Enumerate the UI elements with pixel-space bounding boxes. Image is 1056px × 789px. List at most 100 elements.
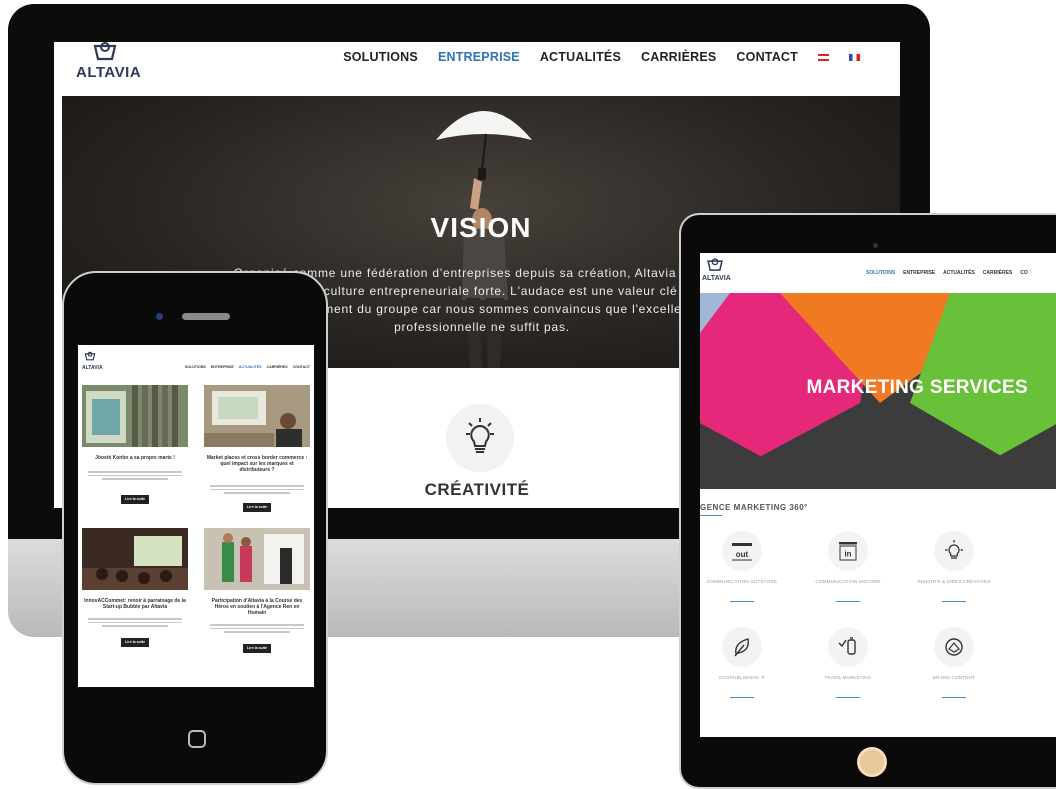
phone-header: ALTAVIA SOLUTIONS ENTREPRISE ACTUALITÉS …: [78, 345, 314, 379]
lightbulb-icon: [466, 418, 494, 453]
nav-entreprise[interactable]: ENTREPRISE: [211, 365, 234, 369]
marketing-services-hero: MARKETING SERVICES: [700, 293, 1056, 489]
phone-nav: SOLUTIONS ENTREPRISE ACTUALITÉS CARRIÈRE…: [185, 365, 310, 369]
section-subtitle: GENCE MARKETING 360°: [700, 503, 808, 512]
service-badge: out: [722, 531, 762, 571]
brand-icon: [945, 638, 963, 656]
news-card[interactable]: Participation d'Altavia à la Course des …: [204, 528, 310, 660]
tablet-camera-icon: [873, 243, 878, 248]
service-label: ECOPUBLISHING ®: [719, 675, 765, 680]
tablet-home-button[interactable]: [857, 747, 887, 777]
nav-actualites[interactable]: ACTUALITÉS: [943, 270, 975, 276]
phone-speaker-icon: [182, 313, 230, 320]
tablet-nav: SOLUTIONS ENTREPRISE ACTUALITÉS CARRIÈRE…: [866, 270, 1028, 276]
service-label: TRADE MARKETING: [824, 675, 872, 680]
in-icon: in: [839, 542, 857, 561]
news-card-image: [82, 385, 188, 447]
desktop-header: ALTAVIA SOLUTIONS ENTREPRISE ACTUALITÉS …: [54, 42, 900, 96]
news-card[interactable]: Market places et cross border commerce :…: [204, 385, 310, 517]
news-card[interactable]: InnovACCommet: renoir à parrainage de la…: [82, 528, 188, 660]
nav-carrieres[interactable]: CARRIÈRES: [267, 365, 288, 369]
tablet-header: ALTAVIA SOLUTIONS ENTREPRISE ACTUALITÉS …: [700, 253, 1056, 293]
service-label: COMMUNICATION INSTORE: [815, 579, 881, 584]
read-more-button[interactable]: Lire la suite: [121, 495, 149, 504]
nav-carrieres[interactable]: CARRIÈRES: [983, 270, 1012, 276]
nav-contact[interactable]: CO: [1020, 270, 1028, 276]
service-underline: [730, 601, 754, 602]
flag-fr-icon[interactable]: [849, 53, 860, 61]
lightbulb-icon: [945, 540, 963, 559]
service-outstore[interactable]: out COMMUNICATION OUTSTORE: [704, 531, 780, 611]
read-more-button[interactable]: Lire la suite: [243, 644, 271, 653]
news-card-title: InnovACCommet: renoir à parrainage de la…: [84, 598, 186, 610]
news-card-title: Jöosté Konbo a sa propre marte !: [95, 455, 175, 461]
news-card-excerpt: [88, 618, 182, 627]
service-label: BRAND CONTENT: [932, 675, 976, 680]
service-insights[interactable]: INSIGHTS & IDÉES CRÉATIVES: [916, 531, 992, 611]
service-badge: [828, 627, 868, 667]
service-label: COMMUNICATION OUTSTORE: [706, 579, 778, 584]
service-badge: [934, 531, 974, 571]
logo-text: ALTAVIA: [76, 64, 142, 81]
nav-actualites[interactable]: ACTUALITÉS: [540, 50, 621, 64]
nav-actualites[interactable]: ACTUALITÉS: [239, 365, 262, 369]
logo-text: ALTAVIA: [702, 275, 731, 282]
nav-solutions[interactable]: SOLUTIONS: [866, 270, 895, 276]
service-badge: [934, 627, 974, 667]
hero-title: MARKETING SERVICES: [806, 377, 1028, 398]
service-label-partial: C: [1022, 579, 1056, 585]
phone-device: ALTAVIA SOLUTIONS ENTREPRISE ACTUALITÉS …: [62, 271, 328, 785]
nav-entreprise[interactable]: ENTREPRISE: [903, 270, 935, 276]
altavia-logo-icon[interactable]: [706, 257, 724, 275]
news-card[interactable]: Jöosté Konbo a sa propre marte ! Lire la…: [82, 385, 188, 517]
read-more-button[interactable]: Lire la suite: [121, 638, 149, 647]
tablet-screen: ALTAVIA SOLUTIONS ENTREPRISE ACTUALITÉS …: [700, 253, 1056, 737]
out-badge-text: out: [736, 550, 749, 559]
service-instore[interactable]: in COMMUNICATION INSTORE: [810, 531, 886, 611]
desktop-nav: SOLUTIONS ENTREPRISE ACTUALITÉS CARRIÈRE…: [343, 50, 860, 64]
service-underline: [836, 601, 860, 602]
service-trade-marketing[interactable]: TRADE MARKETING: [810, 627, 886, 707]
service-partial[interactable]: CF: [1022, 627, 1056, 707]
service-underline: [730, 697, 754, 698]
leaf-icon: [734, 638, 749, 657]
product-icon: [838, 637, 856, 655]
service-underline: [836, 697, 860, 698]
news-card-image: [82, 528, 188, 590]
phone-home-button[interactable]: [188, 730, 206, 748]
phone-screen: ALTAVIA SOLUTIONS ENTREPRISE ACTUALITÉS …: [78, 345, 314, 687]
service-underline: [942, 601, 966, 602]
service-badge: [722, 627, 762, 667]
service-partial[interactable]: C: [1022, 531, 1056, 611]
nav-contact[interactable]: CONTACT: [736, 50, 798, 64]
in-badge-text: in: [844, 550, 851, 559]
news-card-title: Participation d'Altavia à la Course des …: [211, 598, 303, 616]
news-card-title: Market places et cross border commerce :…: [206, 455, 308, 473]
service-brand-content[interactable]: BRAND CONTENT: [916, 627, 992, 707]
altavia-logo[interactable]: ALTAVIA: [74, 42, 144, 92]
phone-camera-icon: [156, 313, 163, 320]
nav-solutions[interactable]: SOLUTIONS: [343, 50, 418, 64]
nav-entreprise[interactable]: ENTREPRISE: [438, 50, 520, 64]
news-card-image: [204, 528, 310, 590]
service-underline: [942, 697, 966, 698]
out-icon: out: [732, 543, 752, 561]
nav-contact[interactable]: CONTACT: [293, 365, 310, 369]
read-more-button[interactable]: Lire la suite: [243, 503, 271, 512]
nav-solutions[interactable]: SOLUTIONS: [185, 365, 206, 369]
service-label: INSIGHTS & IDÉES CRÉATIVES: [917, 579, 991, 584]
news-card-excerpt: [210, 624, 304, 633]
creativity-badge: [446, 404, 514, 472]
logo-text: ALTAVIA: [82, 365, 103, 371]
tablet-device: ALTAVIA SOLUTIONS ENTREPRISE ACTUALITÉS …: [679, 213, 1056, 789]
flag-uk-icon[interactable]: [818, 53, 829, 61]
altavia-logo-icon: [93, 42, 117, 61]
service-label-partial: CF: [1022, 675, 1056, 687]
altavia-logo-icon[interactable]: [84, 351, 96, 363]
news-card-excerpt: [210, 485, 304, 494]
news-card-excerpt: [88, 471, 182, 480]
service-badge: in: [828, 531, 868, 571]
subtitle-underline: [700, 515, 722, 516]
nav-carrieres[interactable]: CARRIÈRES: [641, 50, 716, 64]
service-ecopublishing[interactable]: ECOPUBLISHING ®: [704, 627, 780, 707]
